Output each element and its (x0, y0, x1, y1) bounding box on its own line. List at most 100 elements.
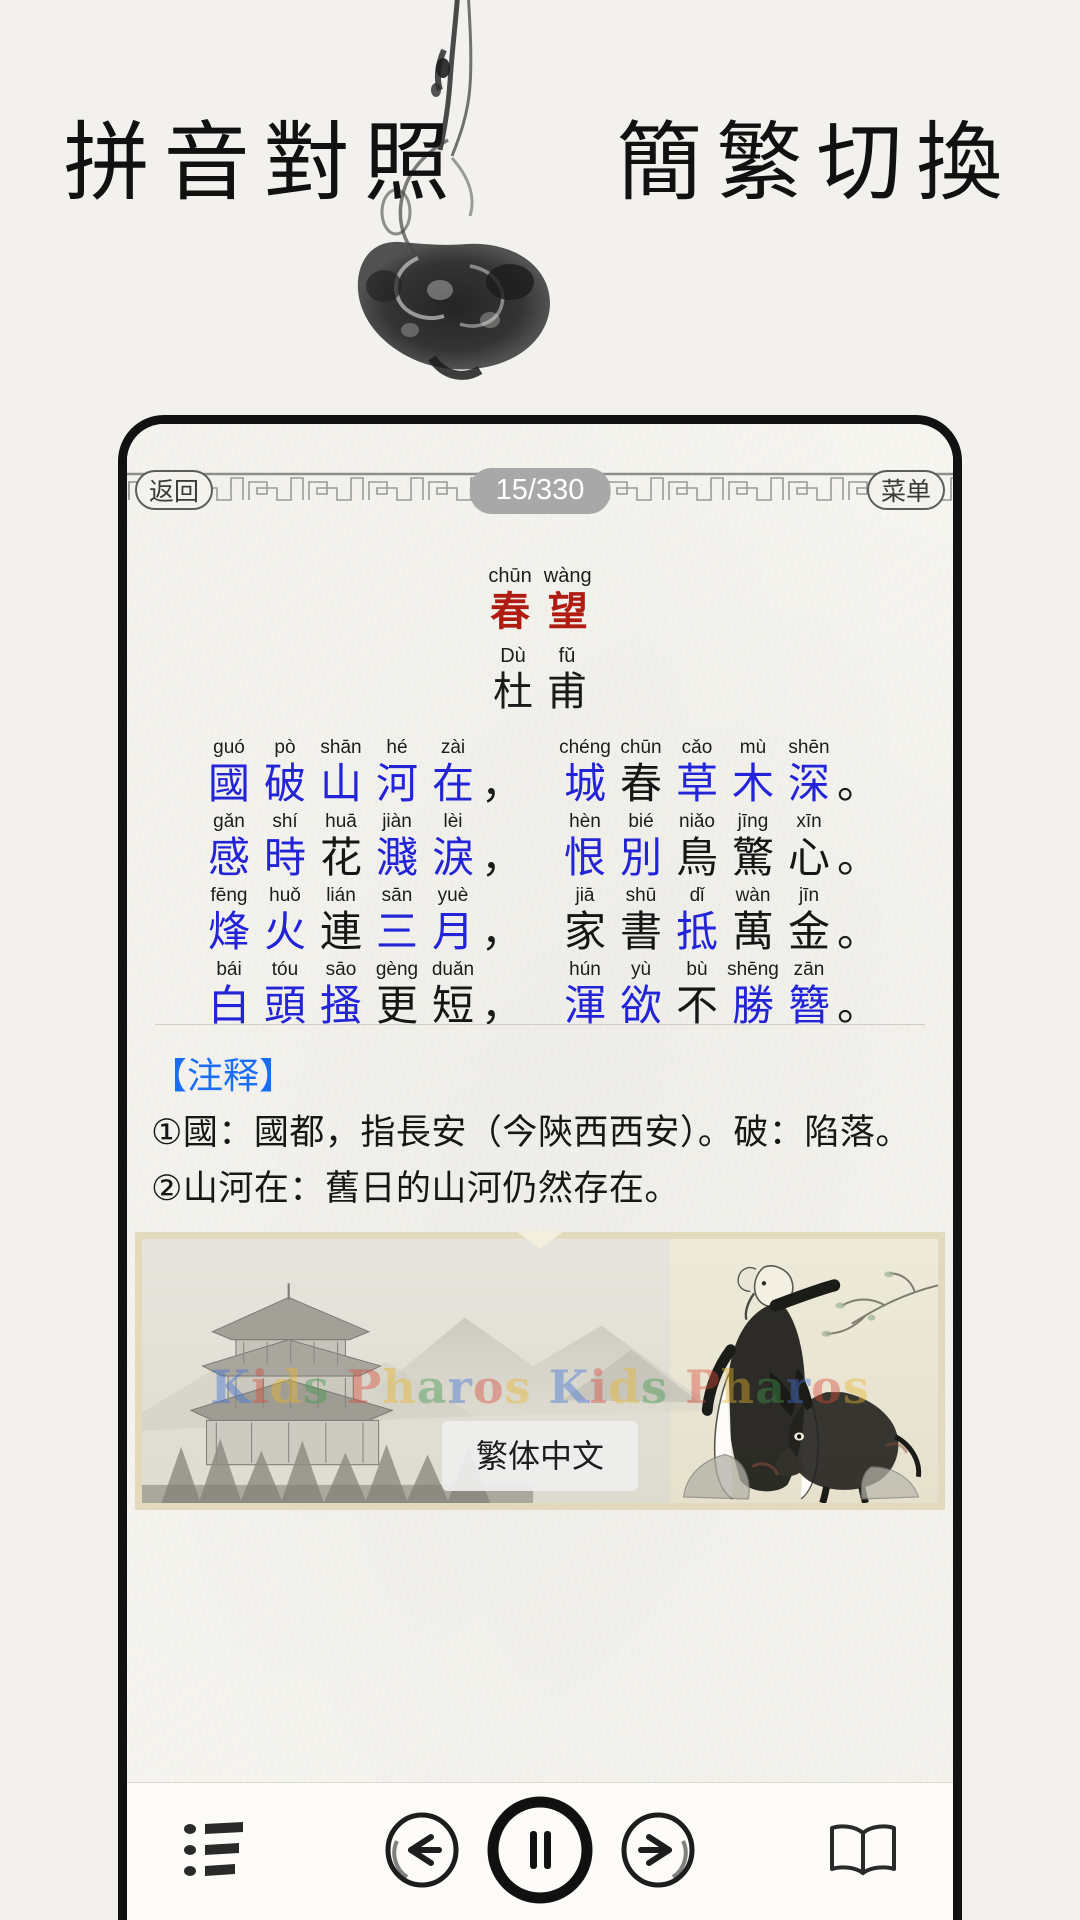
ruby-char[interactable]: cǎo 草 (669, 736, 725, 808)
app-screen: 返回 15/330 菜单 chūn 春 wàng 望 Dù 杜 fǔ 甫 guó 國 pò 破 sh… (127, 424, 953, 1920)
ruby-char[interactable]: gǎn 感 (201, 810, 257, 882)
ruby-char[interactable]: bái 白 (201, 958, 257, 1030)
hanzi-char: 甫 (547, 669, 587, 715)
hanzi-char: 更 (375, 981, 418, 1030)
poem-line[interactable]: fēng 烽 huǒ 火 lián 連 sān 三 yuè 月， jiā 家 shū 書 dǐ 抵 wàn 萬 jī… (127, 884, 953, 956)
ruby-char[interactable]: huā 花 (313, 810, 369, 882)
hanzi-char: 木 (731, 759, 774, 808)
ruby-char[interactable]: jiàn 濺 (369, 810, 425, 882)
ruby-char[interactable]: zān 簪 (781, 958, 837, 1030)
pinyin-text: huǒ (269, 885, 301, 906)
ruby-char[interactable]: zài 在 (425, 736, 481, 808)
menu-button-label: 菜单 (880, 478, 931, 506)
notes-section: 【注释】 ①國：國都，指長安（今陝西西安）。破：陷落。 ②山河在：舊日的山河仍然… (151, 1049, 935, 1217)
promo-headline-right: 簡繁切換 (616, 113, 1017, 213)
pinyin-text: bái (216, 959, 242, 980)
ruby-char[interactable]: fēng 烽 (201, 884, 257, 956)
ruby-char[interactable]: pò 破 (257, 736, 313, 808)
ruby-char[interactable]: bié 別 (613, 810, 669, 882)
ruby-char[interactable]: jiā 家 (557, 884, 613, 956)
reader-button[interactable] (827, 1821, 899, 1884)
ruby-char[interactable]: yù 欲 (613, 958, 669, 1030)
pinyin-text: shí (272, 811, 298, 832)
language-toggle-chip[interactable]: 繁体中文 (441, 1421, 639, 1491)
ruby-char[interactable]: jīng 驚 (725, 810, 781, 882)
ruby-char[interactable]: lián 連 (313, 884, 369, 956)
ruby-char[interactable]: shū 書 (613, 884, 669, 956)
hanzi-char: 感 (207, 833, 250, 882)
poem-punctuation: 。 (837, 982, 880, 1029)
poem-title-char[interactable]: wàng 望 (544, 564, 592, 636)
hanzi-char: 連 (319, 907, 362, 956)
pinyin-text: chūn (620, 737, 662, 758)
play-pause-button[interactable] (485, 1795, 595, 1905)
ruby-char[interactable]: shēn 深 (781, 736, 837, 808)
next-button[interactable] (619, 1811, 697, 1889)
ruby-char[interactable]: sāo 搔 (313, 958, 369, 1030)
ruby-char[interactable]: shí 時 (257, 810, 313, 882)
ruby-char[interactable]: dǐ 抵 (669, 884, 725, 956)
pinyin-text: gèng (375, 959, 419, 980)
ruby-char[interactable]: hèn 恨 (557, 810, 613, 882)
promo-banner: 拼音對照 簡繁切換 (0, 0, 1080, 420)
back-button-label: 返回 (148, 478, 199, 506)
ruby-char[interactable]: yuè 月 (425, 884, 481, 956)
ruby-char[interactable]: hún 渾 (557, 958, 613, 1030)
ruby-char[interactable]: tóu 頭 (257, 958, 313, 1030)
pinyin-text: hé (386, 737, 408, 758)
pinyin-text: jīng (737, 811, 769, 832)
poem-line[interactable]: bái 白 tóu 頭 sāo 搔 gèng 更 duǎn 短， hún 渾 yù 欲 bù 不 shēng 勝 z… (127, 958, 953, 1030)
poem-author-char[interactable]: fǔ 甫 (547, 644, 587, 716)
pause-icon (487, 1796, 593, 1904)
poem-line[interactable]: gǎn 感 shí 時 huā 花 jiàn 濺 lèi 淚， hèn 恨 bié 別 niǎo 鳥 jīng 驚… (127, 810, 953, 882)
pinyin-text: gǎn (213, 811, 245, 832)
ruby-char[interactable]: huǒ 火 (257, 884, 313, 956)
arrow-right-icon (621, 1812, 695, 1888)
ruby-char[interactable]: lèi 淚 (425, 810, 481, 882)
ruby-char[interactable]: chéng 城 (557, 736, 613, 808)
hanzi-char: 書 (619, 907, 662, 956)
pinyin-text: fǔ (558, 645, 576, 667)
playlist-button[interactable] (181, 1819, 247, 1886)
ruby-char[interactable]: duǎn 短 (425, 958, 481, 1030)
ruby-char[interactable]: sān 三 (369, 884, 425, 956)
ruby-char[interactable]: shān 山 (313, 736, 369, 808)
ruby-char[interactable]: shēng 勝 (725, 958, 781, 1030)
ruby-char[interactable]: gèng 更 (369, 958, 425, 1030)
hanzi-char: 別 (619, 833, 662, 882)
pinyin-text: pò (274, 737, 296, 758)
back-button[interactable]: 返回 (135, 470, 213, 510)
poem-lines[interactable]: guó 國 pò 破 shān 山 hé 河 zài 在， chéng 城 chūn 春 cǎo 草 mù 木 sh… (127, 736, 953, 1030)
ruby-char[interactable]: guó 國 (201, 736, 257, 808)
ruby-char[interactable]: bù 不 (669, 958, 725, 1030)
ruby-char[interactable]: jīn 金 (781, 884, 837, 956)
ruby-char[interactable]: mù 木 (725, 736, 781, 808)
hanzi-char: 心 (787, 833, 830, 882)
pinyin-text: dǐ (689, 885, 705, 906)
poem-line[interactable]: guó 國 pò 破 shān 山 hé 河 zài 在， chéng 城 chūn 春 cǎo 草 mù 木 sh… (127, 736, 953, 808)
previous-button[interactable] (383, 1811, 461, 1889)
pinyin-text: shān (320, 737, 362, 758)
hanzi-char: 烽 (207, 907, 250, 956)
hanzi-char: 河 (375, 759, 418, 808)
menu-button[interactable]: 菜单 (867, 470, 945, 510)
hanzi-char: 城 (563, 759, 606, 808)
ruby-char[interactable]: chūn 春 (613, 736, 669, 808)
ruby-char[interactable]: wàn 萬 (725, 884, 781, 956)
pinyin-text: chéng (559, 737, 611, 758)
ruby-char[interactable]: niǎo 鳥 (669, 810, 725, 882)
poem-author-char[interactable]: Dù 杜 (493, 644, 533, 716)
hanzi-char: 萬 (731, 907, 774, 956)
pinyin-text: yuè (437, 885, 469, 906)
poem-title[interactable]: chūn 春 wàng 望 (127, 564, 953, 636)
hanzi-char: 春 (490, 589, 531, 635)
pinyin-text: hún (569, 959, 601, 980)
bottom-toolbar (127, 1782, 953, 1920)
poem-title-char[interactable]: chūn 春 (488, 564, 531, 636)
ruby-char[interactable]: xīn 心 (781, 810, 837, 882)
hanzi-char: 三 (375, 907, 418, 956)
illustration-panel[interactable]: Kids Pharos Kids Pharos 繁体中文 (135, 1231, 945, 1510)
pinyin-text: cǎo (681, 737, 713, 758)
promo-headline-left: 拼音對照 (63, 113, 464, 213)
ruby-char[interactable]: hé 河 (369, 736, 425, 808)
